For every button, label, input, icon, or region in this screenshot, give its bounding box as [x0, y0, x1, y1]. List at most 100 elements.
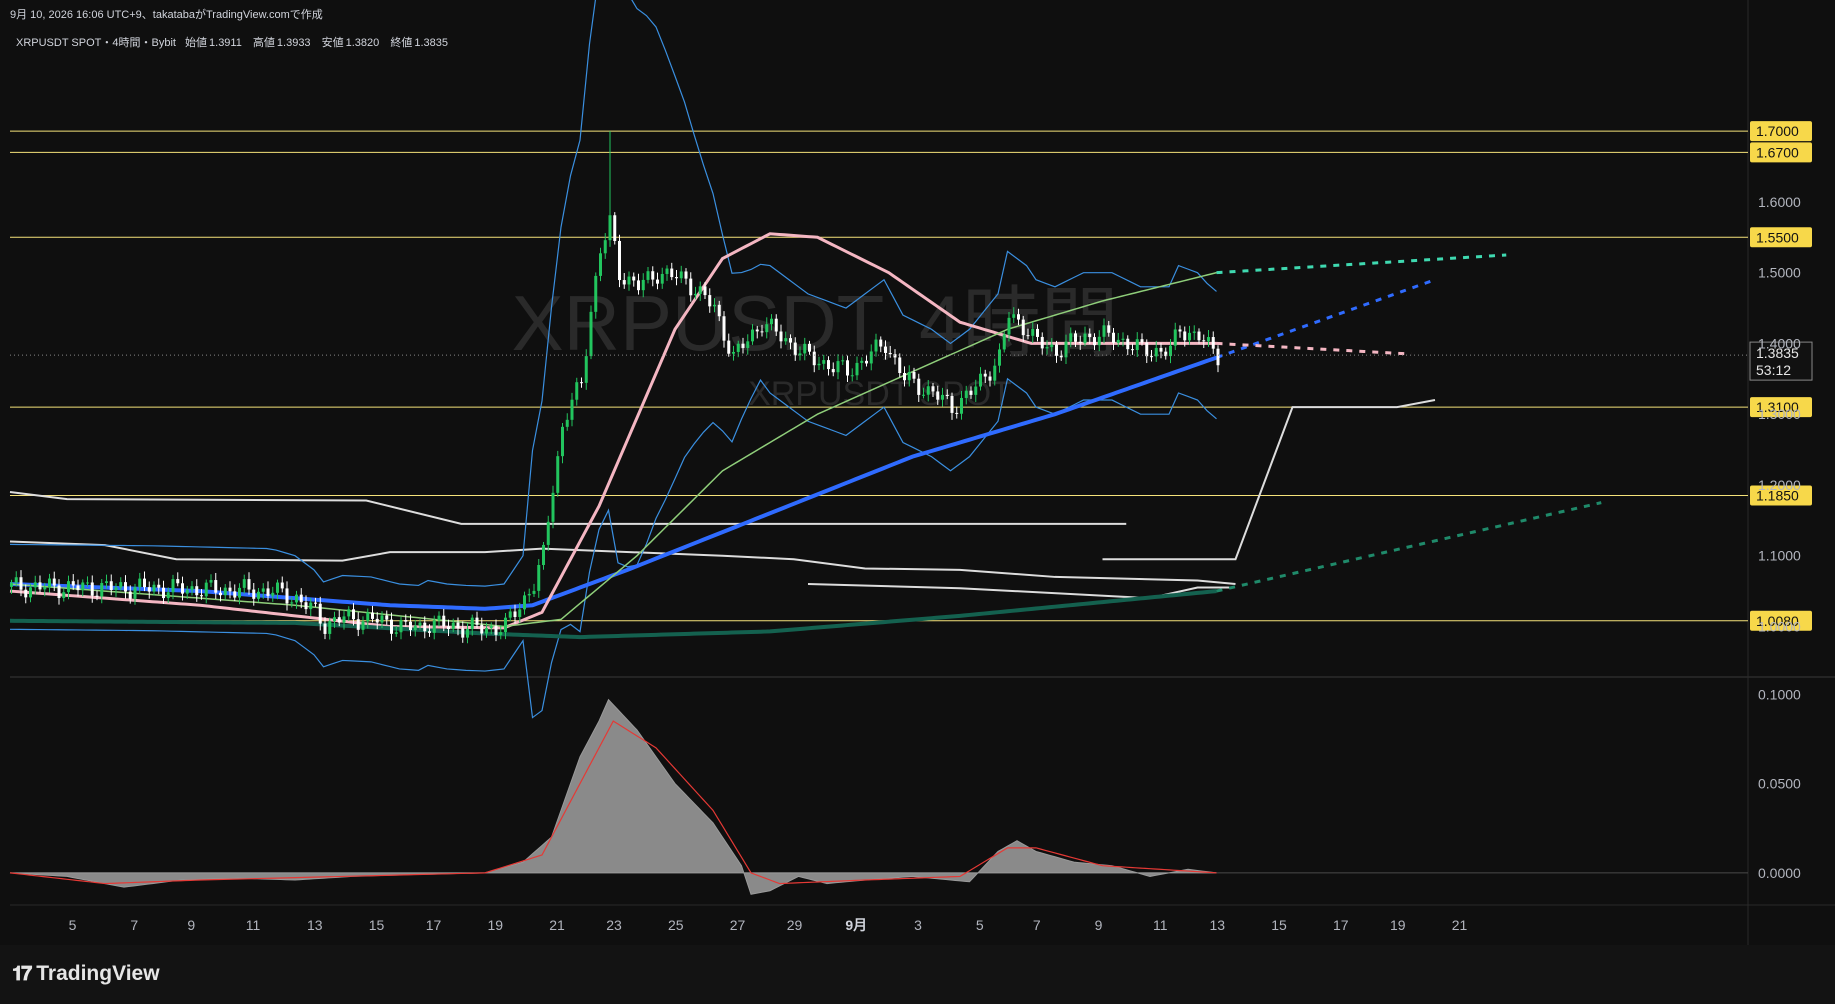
candle-body — [922, 394, 925, 396]
candle-body — [347, 609, 351, 617]
candle-body — [988, 376, 992, 381]
moving-average-line — [9, 355, 1218, 611]
countdown-label: 53:12 — [1756, 362, 1791, 378]
candle-body — [489, 625, 493, 629]
candle-body — [114, 587, 118, 591]
candle-body — [1083, 333, 1087, 344]
candle-body — [385, 615, 389, 620]
candle-body — [722, 316, 726, 341]
candle-body — [641, 279, 645, 291]
y-tick-label: 1.0000 — [1758, 618, 1801, 634]
candle-body — [399, 620, 403, 633]
candle-body — [14, 577, 18, 583]
candle-body — [565, 419, 569, 427]
candle-body — [466, 629, 469, 638]
candle-body — [43, 587, 47, 590]
candle-body — [979, 373, 982, 387]
candle-body — [71, 581, 75, 586]
candle-body — [90, 582, 94, 596]
candle-body — [903, 373, 906, 381]
candle-body — [770, 318, 773, 325]
price-chart[interactable]: XRPUSDT, 4時間 XRPUSDT SPOT 1.70001.67001.… — [0, 0, 1835, 945]
candle-body — [390, 619, 393, 634]
candle-body — [261, 588, 265, 592]
candle-body — [765, 324, 769, 333]
candle-body — [337, 617, 341, 623]
candle-body — [162, 587, 165, 599]
candle-body — [1007, 317, 1011, 335]
candle-body — [618, 240, 621, 281]
candle-body — [950, 396, 954, 413]
x-tick-label: 11 — [246, 917, 261, 933]
level-price-label: 1.7000 — [1756, 123, 1799, 139]
candle-body — [1126, 338, 1130, 350]
x-tick-label: 23 — [606, 917, 622, 933]
candle-body — [941, 394, 944, 400]
candle-body — [323, 623, 327, 634]
x-tick-label: 27 — [730, 917, 746, 933]
level-price-label: 1.6700 — [1756, 144, 1799, 160]
candle-body — [836, 361, 840, 373]
candle-body — [907, 371, 911, 381]
candle-body — [418, 622, 422, 626]
candle-body — [280, 582, 284, 589]
candle-body — [1112, 332, 1115, 343]
candle-body — [508, 611, 512, 618]
candle-body — [1069, 333, 1073, 342]
moving-average-projection — [1215, 278, 1436, 359]
candle-body — [1059, 355, 1063, 358]
candle-body — [1078, 341, 1082, 344]
candle-body — [1040, 336, 1044, 349]
candle-body — [675, 277, 678, 279]
candle-body — [789, 338, 792, 343]
candle-body — [76, 585, 80, 591]
candle-body — [209, 580, 213, 583]
candle-body — [1026, 335, 1030, 337]
candle-body — [646, 271, 650, 280]
candle-body — [898, 357, 902, 374]
bollinger-lower-band — [9, 377, 1217, 719]
tradingview-logo[interactable]: 𝟏𝟕 TradingView — [12, 962, 160, 986]
candle-body — [366, 612, 370, 622]
candle-body — [817, 363, 821, 366]
candle-body — [689, 278, 693, 296]
x-tick-label: 7 — [130, 917, 138, 933]
candle-body — [499, 632, 503, 635]
projection-step-line — [1102, 399, 1436, 561]
candle-body — [774, 318, 778, 332]
candle-body — [599, 253, 602, 276]
candle-body — [214, 580, 218, 593]
candle-body — [290, 602, 294, 604]
candle-body — [38, 582, 42, 590]
candle-body — [19, 577, 23, 590]
candle-body — [276, 582, 279, 593]
candle-body — [656, 279, 659, 284]
candle-body — [546, 521, 550, 545]
candle-body — [926, 386, 930, 395]
candle-body — [1002, 334, 1006, 350]
candle-body — [57, 585, 61, 598]
candle-body — [841, 360, 845, 362]
candle-body — [1055, 344, 1058, 356]
candle-body — [309, 602, 313, 610]
candle-body — [613, 215, 617, 241]
x-tick-label: 17 — [426, 917, 442, 933]
candle-body — [931, 386, 935, 392]
candle-body — [784, 338, 788, 342]
y-tick-label: 1.2000 — [1758, 477, 1801, 493]
resistance-line-lower — [9, 540, 1236, 586]
candle-body — [494, 625, 498, 635]
candle-body — [190, 586, 194, 590]
tradingview-logo-icon: 𝟏𝟕 — [12, 962, 32, 985]
candle-body — [532, 590, 536, 594]
candle-body — [119, 582, 123, 588]
candle-body — [295, 594, 298, 603]
candle-body — [86, 582, 89, 584]
candle-body — [404, 620, 408, 622]
candle-body — [394, 632, 398, 634]
candle-body — [627, 276, 631, 285]
candle-body — [143, 578, 146, 588]
candle-body — [594, 275, 598, 312]
candle-body — [442, 615, 446, 627]
candle-body — [846, 360, 849, 376]
